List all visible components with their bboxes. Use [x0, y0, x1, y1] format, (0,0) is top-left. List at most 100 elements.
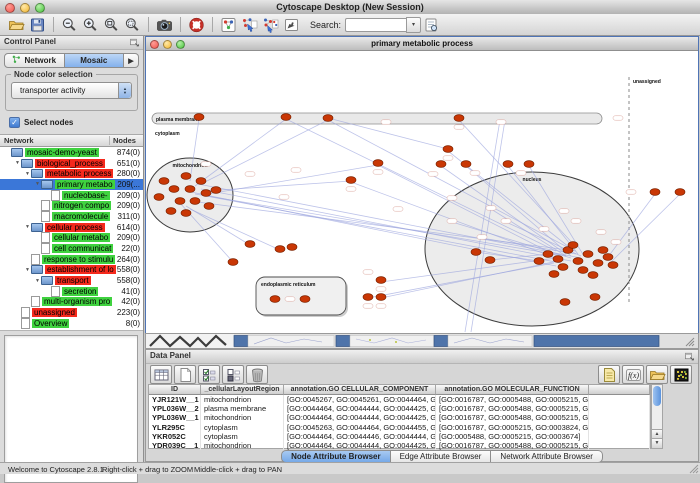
graph-node[interactable] — [568, 242, 578, 249]
tree-item[interactable]: ▼transport558(0) — [0, 275, 143, 286]
birdseye-view[interactable] — [4, 335, 138, 483]
graph-node[interactable] — [270, 296, 280, 303]
graph-node[interactable] — [573, 258, 583, 265]
graph-node[interactable] — [524, 161, 534, 168]
frame-zoom-icon[interactable] — [176, 40, 185, 49]
table-row[interactable]: YPL036W__2plasma membrane[GO:0044464, GO… — [149, 404, 650, 413]
graph-node[interactable] — [185, 186, 195, 193]
graph-node[interactable] — [175, 198, 185, 205]
tree-item[interactable]: macromolecule311(0) — [0, 211, 143, 222]
graph-node[interactable] — [245, 241, 255, 248]
graph-node[interactable] — [461, 161, 471, 168]
graph-node[interactable] — [549, 271, 559, 278]
matrix-view-icon[interactable] — [670, 365, 692, 384]
graph-node[interactable] — [593, 260, 603, 267]
graph-node[interactable] — [373, 160, 383, 167]
close-window-icon[interactable] — [5, 3, 15, 13]
annotation-icon[interactable] — [281, 15, 302, 34]
import-attributes-icon[interactable] — [598, 365, 620, 384]
minimize-window-icon[interactable] — [20, 3, 30, 13]
tree-item[interactable]: Overview8(0) — [0, 318, 143, 329]
node-color-dropdown[interactable]: transporter activity ▲▼ — [11, 82, 132, 99]
expander-down-icon[interactable]: ▼ — [34, 278, 41, 284]
help-lifesaver-icon[interactable] — [186, 15, 207, 34]
zoom-fit-icon[interactable] — [101, 15, 122, 34]
frame-minimize-icon[interactable] — [163, 40, 172, 49]
graph-node[interactable] — [300, 296, 310, 303]
select-attributes-icon[interactable] — [150, 365, 172, 384]
zoom-window-icon[interactable] — [35, 3, 45, 13]
graph-node[interactable] — [228, 259, 238, 266]
tree-item[interactable]: nucleobase-209(0) — [0, 190, 143, 201]
column-header[interactable]: annotation.GO CELLULAR_COMPONENT — [284, 385, 436, 395]
float-panel-icon[interactable] — [684, 351, 695, 361]
expander-down-icon[interactable]: ▼ — [14, 160, 21, 166]
search-dropdown-icon[interactable]: ▾ — [406, 17, 421, 33]
graph-node[interactable] — [534, 258, 544, 265]
graph-node[interactable] — [608, 262, 618, 269]
resize-grip[interactable] — [689, 464, 699, 474]
create-network-icon[interactable] — [218, 15, 239, 34]
formula-builder-icon[interactable]: f(x) — [622, 365, 644, 384]
tree-item[interactable]: secretion41(0) — [0, 286, 143, 297]
tree-item[interactable]: mosaic-demo-yeast874(0) — [0, 147, 143, 158]
graph-node[interactable] — [553, 256, 563, 263]
graph-node[interactable] — [588, 272, 598, 279]
graph-node[interactable] — [275, 246, 285, 253]
graph-node[interactable] — [169, 186, 179, 193]
graph-node[interactable] — [543, 251, 553, 258]
tab-network[interactable]: Network — [4, 53, 65, 68]
column-header[interactable]: _cellularLayoutRegion — [201, 385, 284, 395]
graph-node[interactable] — [201, 190, 211, 197]
graph-node[interactable] — [346, 177, 356, 184]
table-scrollbar[interactable]: ▲ ▼ — [651, 384, 663, 449]
tree-item[interactable]: ▼biological_process651(0) — [0, 158, 143, 169]
expander-down-icon[interactable]: ▼ — [24, 267, 31, 273]
table-row[interactable]: YDR039C__1mitochondrion[GO:0044464, GO:0… — [149, 441, 650, 450]
tree-item[interactable]: cellular metabo209(0) — [0, 233, 143, 244]
unselect-all-attributes-icon[interactable] — [222, 365, 244, 384]
zoom-region-icon[interactable] — [122, 15, 143, 34]
graph-node[interactable] — [376, 277, 386, 284]
table-row[interactable]: YLR295Ccytoplasm[GO:0045263, GO:0044464,… — [149, 423, 650, 432]
table-row[interactable]: YKR052Ccytoplasm[GO:0044464, GO:0044446,… — [149, 432, 650, 441]
tree-item[interactable]: multi-organism pro42(0) — [0, 297, 143, 308]
table-row[interactable]: YPL036W__1mitochondrion[GO:0044464, GO:0… — [149, 413, 650, 422]
graph-node[interactable] — [503, 161, 513, 168]
table-row[interactable]: YJR121W__1mitochondrion[GO:0045267, GO:0… — [149, 395, 650, 404]
graph-node[interactable] — [159, 178, 169, 185]
graph-node[interactable] — [211, 187, 221, 194]
graph-node[interactable] — [583, 251, 593, 258]
graph-node[interactable] — [190, 198, 200, 205]
graph-node[interactable] — [323, 115, 333, 122]
select-all-attributes-icon[interactable] — [198, 365, 220, 384]
tree-item[interactable]: response to stimulu264(0) — [0, 254, 143, 265]
open-file-icon[interactable] — [6, 15, 27, 34]
tab-overflow-arrow[interactable]: ▶ — [124, 53, 139, 68]
graph-node[interactable] — [560, 299, 570, 306]
graph-node[interactable] — [204, 203, 214, 210]
delete-attribute-icon[interactable] — [246, 365, 268, 384]
graph-node[interactable] — [454, 115, 464, 122]
graph-node[interactable] — [196, 178, 206, 185]
create-attribute-icon[interactable] — [174, 365, 196, 384]
graph-node[interactable] — [650, 189, 660, 196]
column-header[interactable]: annotation.GO MOLECULAR_FUNCTION — [436, 385, 589, 395]
graph-node[interactable] — [376, 294, 386, 301]
graph-node[interactable] — [194, 114, 204, 121]
graph-node[interactable] — [281, 114, 291, 121]
network-view-titlebar[interactable]: primary metabolic process — [146, 37, 698, 51]
tree-item[interactable]: ▼primary metabo209(... — [0, 179, 143, 190]
expander-down-icon[interactable]: ▼ — [24, 171, 31, 177]
tree-item[interactable]: ▼establishment of lo558(0) — [0, 265, 143, 276]
expander-down-icon[interactable]: ▼ — [24, 224, 31, 230]
tree-item[interactable]: unassigned223(0) — [0, 307, 143, 318]
graph-node[interactable] — [436, 161, 446, 168]
search-config-icon[interactable] — [421, 15, 442, 34]
tree-item[interactable]: cell communicat22(0) — [0, 243, 143, 254]
graph-node[interactable] — [181, 210, 191, 217]
graph-node[interactable] — [590, 294, 600, 301]
graph-node[interactable] — [598, 247, 608, 254]
window-titlebar[interactable]: Cytoscape Desktop (New Session) — [0, 0, 700, 15]
select-nodes-checkbox[interactable]: ✓ — [9, 117, 20, 128]
